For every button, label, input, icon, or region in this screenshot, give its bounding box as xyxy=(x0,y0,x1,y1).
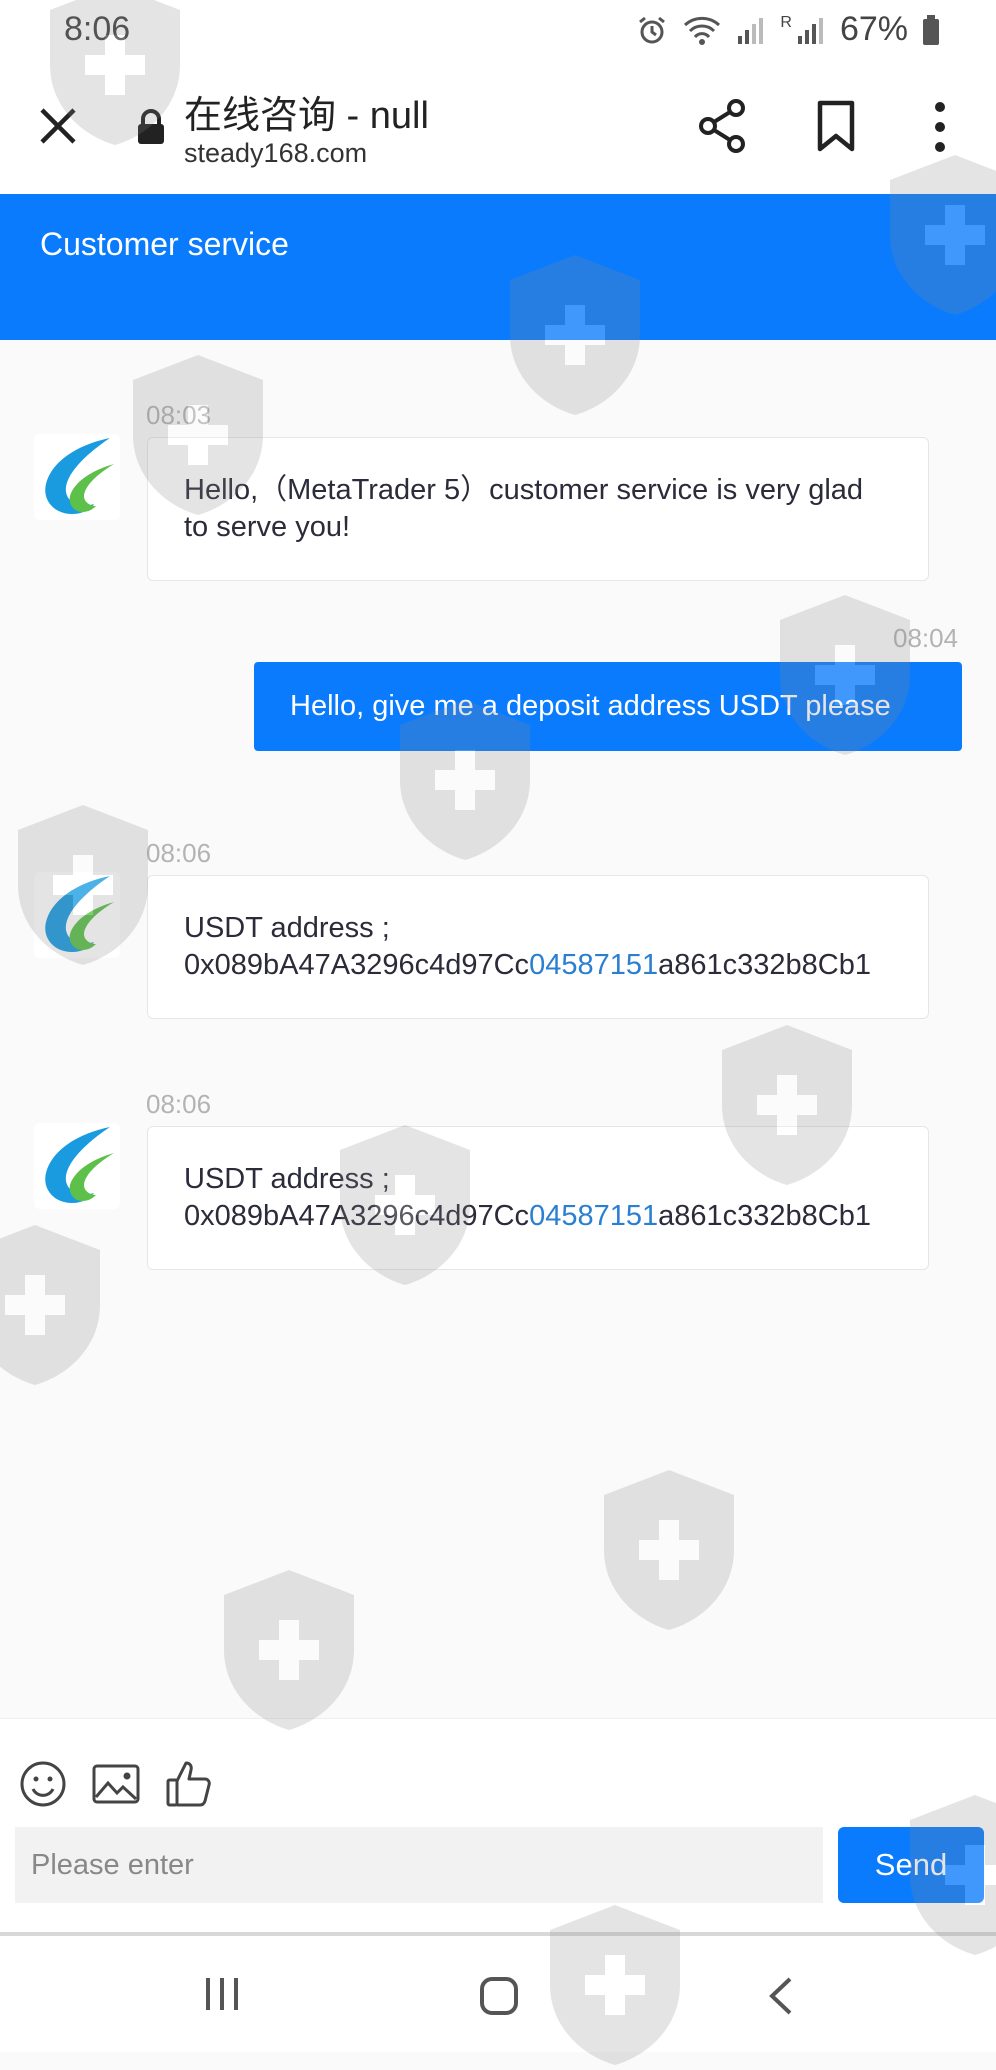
page-url[interactable]: steady168.com xyxy=(184,138,367,169)
address-suffix: a861c332b8Cb1 xyxy=(658,949,871,981)
bookmark-icon[interactable] xyxy=(816,100,856,152)
shield-watermark-icon xyxy=(224,1570,354,1730)
address-link[interactable]: 04587151 xyxy=(529,949,658,981)
message-label: USDT address ; xyxy=(184,1163,390,1195)
address-prefix: 0x089bA47A3296c4d97Cc xyxy=(184,1200,530,1232)
signal-icon-2 xyxy=(797,17,823,44)
message-bubble-agent: Hello,（MetaTrader 5）customer service is … xyxy=(147,437,929,581)
lock-icon xyxy=(138,109,164,144)
message-bubble-agent: USDT address ; 0x089bA47A3296c4d97Cc0458… xyxy=(147,1126,929,1270)
composer: Send xyxy=(0,1718,996,1939)
page-title: 在线咨询 - null xyxy=(184,95,429,137)
status-time: 8:06 xyxy=(64,10,131,48)
agent-logo-icon xyxy=(45,876,114,952)
browser-toolbar: 在线咨询 - null steady168.com xyxy=(0,58,996,194)
chat-header: Customer service xyxy=(0,194,996,340)
message-time: 08:06 xyxy=(146,1089,212,1119)
message-time: 08:03 xyxy=(146,400,212,430)
message-bubble-user: Hello, give me a deposit address USDT pl… xyxy=(254,662,962,751)
recent-apps-icon[interactable] xyxy=(202,1976,242,2012)
emoji-icon[interactable] xyxy=(18,1759,68,1809)
image-icon[interactable] xyxy=(91,1759,141,1809)
agent-logo-icon xyxy=(45,438,114,514)
battery-icon xyxy=(923,14,939,45)
roaming-indicator: R xyxy=(780,13,792,31)
agent-logo-icon xyxy=(45,1127,114,1203)
message-label: USDT address ; xyxy=(184,912,390,944)
shield-watermark-icon xyxy=(604,1470,734,1630)
status-icons: R 67% xyxy=(636,10,940,49)
signal-icon xyxy=(738,17,764,44)
agent-avatar xyxy=(34,1123,120,1209)
agent-avatar xyxy=(34,872,120,958)
address-prefix: 0x089bA47A3296c4d97Cc xyxy=(184,949,530,981)
message-time: 08:06 xyxy=(146,838,212,868)
address-link[interactable]: 04587151 xyxy=(529,1200,658,1232)
home-icon[interactable] xyxy=(479,1976,519,2016)
wifi-icon xyxy=(684,16,721,45)
share-icon[interactable] xyxy=(696,98,748,154)
back-icon[interactable] xyxy=(766,1976,796,2016)
message-time: 08:04 xyxy=(893,623,959,653)
header-title: Customer service xyxy=(40,226,289,262)
system-nav-bar xyxy=(0,1932,996,2052)
send-button[interactable]: Send xyxy=(838,1827,984,1903)
close-icon[interactable] xyxy=(38,106,78,146)
more-options-icon[interactable] xyxy=(930,100,950,154)
alarm-icon xyxy=(639,16,666,43)
usdt-address: 0x089bA47A3296c4d97Cc04587151a861c332b8C… xyxy=(184,1198,892,1235)
usdt-address: 0x089bA47A3296c4d97Cc04587151a861c332b8C… xyxy=(184,947,892,984)
thumbs-up-icon[interactable] xyxy=(165,1759,215,1809)
agent-avatar xyxy=(34,434,120,520)
message-text: Hello,（MetaTrader 5）customer service is … xyxy=(184,474,864,543)
address-suffix: a861c332b8Cb1 xyxy=(658,1200,871,1232)
status-bar: 8:06 R 67% xyxy=(0,0,996,58)
message-bubble-agent: USDT address ; 0x089bA47A3296c4d97Cc0458… xyxy=(147,875,929,1019)
shield-watermark-icon xyxy=(0,1225,100,1385)
battery-percent: 67% xyxy=(839,10,908,48)
message-input[interactable] xyxy=(15,1827,823,1903)
message-text: Hello, give me a deposit address USDT pl… xyxy=(290,690,891,722)
